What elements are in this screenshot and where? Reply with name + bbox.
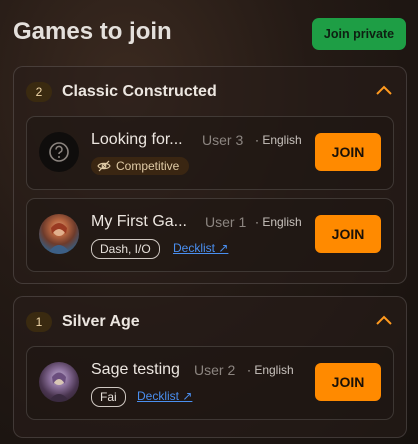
group-silver-age: 1 Silver Age Sage testing User 2 · Engli… [13, 296, 407, 438]
page-title: Games to join [13, 18, 172, 45]
tag-label: Competitive [116, 159, 180, 173]
avatar [39, 214, 79, 254]
group-classic-constructed: 2 Classic Constructed Looking for... Use… [13, 66, 407, 284]
join-button[interactable]: JOIN [315, 133, 381, 171]
avatar [39, 362, 79, 402]
decklist-link[interactable]: Decklist ↗ [137, 389, 192, 403]
game-name: My First Ga... [91, 213, 187, 230]
games-panel: Games to join Join private 2 Classic Con… [0, 0, 418, 444]
join-private-button[interactable]: Join private [312, 18, 406, 50]
format-tag: Fai [91, 387, 126, 407]
join-button[interactable]: JOIN [315, 363, 381, 401]
unknown-avatar [39, 132, 79, 172]
decklist-link[interactable]: Decklist ↗ [173, 241, 228, 255]
host-user: User 3 [202, 132, 244, 148]
competitive-tag: Competitive [91, 157, 190, 175]
game-language: · English [255, 215, 302, 229]
group-title: Classic Constructed [62, 83, 217, 100]
game-card: My First Ga... User 1 · English Dash, I/… [26, 198, 394, 272]
group-title: Silver Age [62, 313, 140, 330]
chevron-up-icon[interactable] [376, 315, 392, 325]
game-name: Sage testing [91, 361, 180, 378]
question-circle-icon [49, 142, 69, 162]
game-language: · English [247, 363, 294, 377]
count-badge: 1 [26, 312, 52, 332]
count-badge: 2 [26, 82, 52, 102]
eye-off-icon [97, 160, 111, 172]
host-user: User 1 [205, 214, 247, 230]
host-user: User 2 [194, 362, 236, 378]
game-card: Sage testing User 2 · English Fai Deckli… [26, 346, 394, 420]
group-header[interactable]: 2 Classic Constructed [26, 81, 394, 103]
game-card: Looking for... User 3 · English Competit… [26, 116, 394, 190]
game-name: Looking for... [91, 131, 183, 148]
chevron-up-icon[interactable] [376, 85, 392, 95]
group-header[interactable]: 1 Silver Age [26, 311, 394, 333]
hero-portrait-icon [47, 223, 71, 254]
game-language: · English [255, 133, 302, 147]
join-button[interactable]: JOIN [315, 215, 381, 253]
format-tag: Dash, I/O [91, 239, 160, 259]
hero-portrait-icon [48, 372, 70, 402]
